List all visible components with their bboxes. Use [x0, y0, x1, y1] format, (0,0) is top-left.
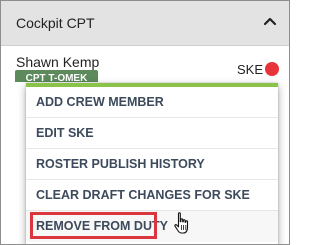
crew-rank-label: CPT T-OMEK — [25, 73, 88, 82]
menu-item-remove-from-duty[interactable]: REMOVE FROM DUTY — [26, 211, 278, 242]
status-dot — [265, 62, 279, 76]
menu-item-roster-publish-history[interactable]: ROSTER PUBLISH HISTORY — [26, 149, 278, 180]
crew-name: Shawn Kemp — [16, 54, 100, 70]
menu-item-edit-ske[interactable]: EDIT SKE — [26, 118, 278, 149]
menu-item-add-crew-member[interactable]: ADD CREW MEMBER — [26, 87, 278, 118]
chevron-up-icon[interactable] — [263, 16, 277, 26]
menu-item-label: ROSTER PUBLISH HISTORY — [36, 157, 205, 171]
panel-title: Cockpit CPT — [16, 15, 95, 31]
context-menu: ADD CREW MEMBER EDIT SKE ROSTER PUBLISH … — [26, 83, 278, 244]
menu-item-clear-draft-changes[interactable]: CLEAR DRAFT CHANGES FOR SKE — [26, 180, 278, 211]
panel-header[interactable]: Cockpit CPT — [1, 1, 289, 46]
highlight-box — [30, 212, 157, 239]
menu-item-label: CLEAR DRAFT CHANGES FOR SKE — [36, 188, 250, 202]
crew-code: SKE — [237, 62, 264, 77]
crew-panel: Cockpit CPT Shawn Kemp CPT T-OMEK SKE AD… — [0, 0, 290, 245]
menu-item-label: ADD CREW MEMBER — [36, 95, 164, 109]
crew-rank-badge: CPT T-OMEK — [15, 70, 98, 82]
menu-item-label: EDIT SKE — [36, 126, 94, 140]
